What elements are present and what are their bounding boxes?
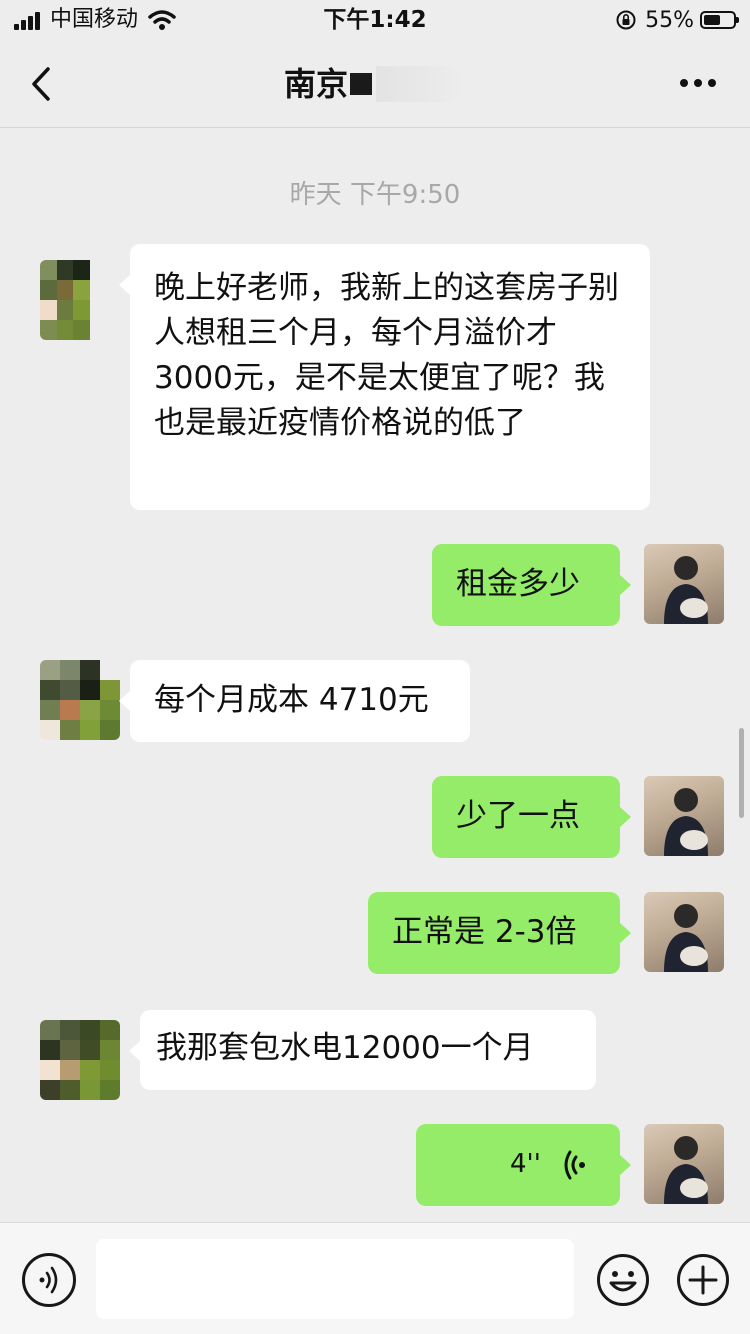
carrier-label: 中国移动 [50,7,139,32]
scrollbar[interactable] [739,728,744,818]
avatar[interactable] [644,1124,724,1204]
more-icon[interactable] [672,68,724,98]
plus-icon[interactable] [676,1253,730,1307]
person-photo [664,556,708,624]
message-bubble[interactable]: 租金多少 [432,544,631,626]
status-bar: 中国移动 下午1:42 55% [0,0,750,40]
person-photo [664,904,708,972]
avatar[interactable] [644,776,724,856]
wifi-icon [148,10,176,30]
message-bubble[interactable]: 每个月成本 4710元 [119,660,470,742]
avatar[interactable] [644,544,724,624]
voice-message-bubble[interactable]: 4'' [416,1124,631,1206]
signal-icon [14,10,42,30]
chat-title: 南京 [283,65,348,103]
message-input[interactable] [96,1239,574,1319]
avatar[interactable] [40,1020,120,1100]
person-photo [664,788,708,856]
voice-duration: 4'' [510,1149,541,1179]
emoji-icon[interactable] [596,1253,650,1307]
avatar[interactable] [644,892,724,972]
voice-wave-icon [564,1150,585,1180]
battery-percent: 55% [645,7,694,33]
message-bubble[interactable]: 我那套包水电12000一个月 [129,1010,596,1090]
voice-input-button[interactable] [22,1253,76,1307]
battery-icon [700,11,739,29]
message-bubble[interactable]: 少了一点 [432,776,631,858]
message-bubble[interactable]: 晚上好老师，我新上的这套房子别人想租三个月，每个月溢价才 3000元，是不是太便… [119,244,650,510]
time-divider: 昨天 下午9:50 [289,180,461,210]
message-bubble[interactable]: 正常是 2-3倍 [368,892,631,974]
input-bar [0,1222,750,1334]
avatar[interactable] [40,260,106,340]
nav-bar: 南京 [0,40,750,128]
voice-icon [39,1266,58,1294]
redaction-mark [350,73,372,95]
rotation-lock-icon [616,10,636,30]
redaction-blur [376,66,466,102]
person-photo [664,1136,708,1204]
avatar[interactable] [40,660,120,740]
